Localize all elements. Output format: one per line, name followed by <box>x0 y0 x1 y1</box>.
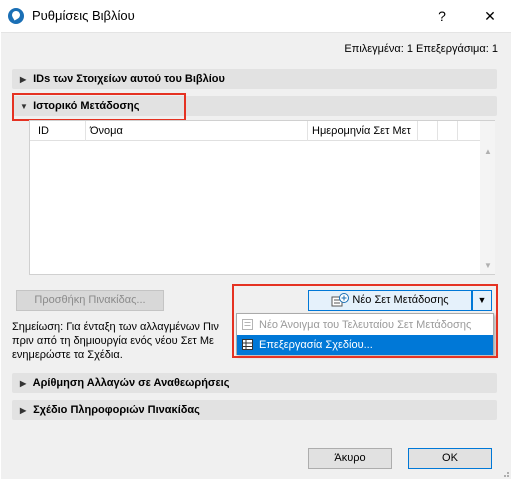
column-header-name[interactable]: Όνομα <box>86 121 308 141</box>
section-numbering-label: Αρίθμηση Αλλαγών σε Αναθεωρήσεις <box>32 377 230 389</box>
note-line: ενημερώστε τα Σχέδια. <box>12 349 123 361</box>
scroll-up-icon[interactable]: ▲ <box>484 147 492 156</box>
help-button[interactable]: ? <box>432 6 452 26</box>
note-line: πριν από τη δημιουργία ενός νέου Σετ Με <box>12 335 214 347</box>
column-header-date[interactable]: Ημερομηνία Σετ Μετ <box>308 121 418 141</box>
section-title-block-label: Σχέδιο Πληροφοριών Πινακίδας <box>33 404 200 416</box>
note-line: Σημείωση: Για ένταξη των αλλαγμένων Πιν <box>12 321 219 333</box>
cancel-button[interactable]: Άκυρο <box>308 448 392 469</box>
resize-grip[interactable] <box>500 468 510 478</box>
history-callout-frame <box>12 93 186 121</box>
app-icon <box>8 8 24 24</box>
section-ids-label: IDs των Στοιχείων αυτού του Βιβλίου <box>33 73 225 85</box>
table-scrollbar[interactable]: ▲ ▼ <box>480 121 495 274</box>
section-ids-header[interactable]: ▶ IDs των Στοιχείων αυτού του Βιβλίου <box>12 69 497 89</box>
new-set-callout-frame <box>232 284 498 358</box>
selection-info: Επιλεγμένα: 1 Επεξεργάσιμα: 1 <box>344 43 498 55</box>
column-header-extra[interactable] <box>438 121 458 141</box>
expand-arrow-icon: ▶ <box>20 379 27 388</box>
history-table[interactable]: ID Όνομα Ημερομηνία Σετ Μετ ▲ ▼ <box>29 120 495 275</box>
title-bar: Ρυθμίσεις Βιβλίου ? ✕ <box>0 0 512 32</box>
expand-arrow-icon: ▶ <box>20 406 27 415</box>
note-text: Σημείωση: Για ένταξη των αλλαγμένων Πιν … <box>12 320 252 362</box>
column-header-extra[interactable] <box>458 121 480 141</box>
column-header-extra[interactable] <box>418 121 438 141</box>
close-button[interactable]: ✕ <box>480 6 500 26</box>
scroll-down-icon[interactable]: ▼ <box>484 261 492 270</box>
expand-arrow-icon: ▶ <box>20 75 27 84</box>
window-title: Ρυθμίσεις Βιβλίου <box>32 8 135 23</box>
add-title-block-button[interactable]: Προσθήκη Πινακίδας... <box>16 290 164 311</box>
section-numbering-header[interactable]: ▶ Αρίθμηση Αλλαγών σε Αναθεωρήσεις <box>12 373 497 393</box>
table-header: ID Όνομα Ημερομηνία Σετ Μετ <box>30 121 480 141</box>
ok-button[interactable]: OK <box>408 448 492 469</box>
section-title-block-header[interactable]: ▶ Σχέδιο Πληροφοριών Πινακίδας <box>12 400 497 420</box>
column-header-id[interactable]: ID <box>34 121 86 141</box>
